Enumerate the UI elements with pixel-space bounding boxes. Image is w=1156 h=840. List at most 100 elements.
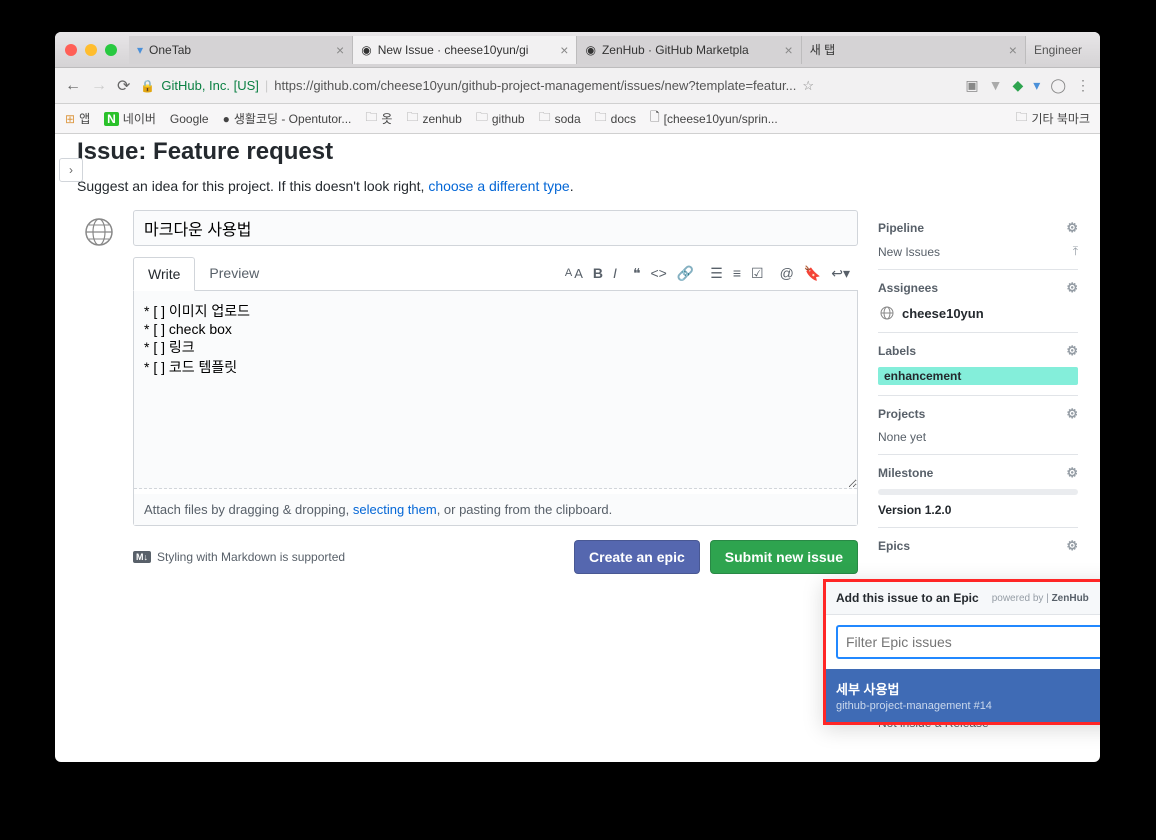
tab-title: OneTab [149,43,330,57]
browser-tab[interactable]: ◉ New Issue · cheese10yun/gi × [353,36,577,64]
avatar-icon [878,304,896,322]
tab-title: ZenHub · GitHub Marketpla [602,43,779,57]
extension-icon[interactable]: ▣ [965,77,978,94]
extension-icon[interactable]: ◆ [1013,77,1024,94]
user-avatar [77,210,121,254]
bookmark-folder[interactable]: 🗀docs [595,108,636,129]
submit-issue-button[interactable]: Submit new issue [710,540,858,574]
extension-icon[interactable]: ◯ [1050,77,1066,94]
page-subtitle: Suggest an idea for this project. If thi… [77,178,1078,194]
bookmark-star-icon[interactable]: ☆ [802,78,814,94]
close-tab-icon[interactable]: × [560,42,568,58]
toggle-sidebar-button[interactable]: › [59,158,83,182]
address-box[interactable]: 🔒 GitHub, Inc. [US] | https://github.com… [140,78,955,94]
minimize-window-button[interactable] [85,44,97,56]
bookmark-link[interactable]: Google [170,112,209,126]
assignees-title[interactable]: Assignees [878,281,938,295]
bookmark-folder[interactable]: 🗀github [476,108,525,129]
extension-icon[interactable]: ▾ [1033,77,1040,94]
markdown-info[interactable]: M↓ Styling with Markdown is supported [133,550,345,564]
issue-title-input[interactable] [133,210,858,246]
gear-icon[interactable]: ⚙ [1066,538,1078,554]
select-files-link[interactable]: selecting them [353,502,437,517]
tab-title: New Issue · cheese10yun/gi [378,43,555,57]
pipeline-move-icon[interactable]: ⤒ [1073,244,1078,259]
browser-tab[interactable]: ▾ OneTab × [129,36,353,64]
code-icon[interactable]: <> [650,265,666,281]
bookmarks-bar: ⊞앱 N네이버 Google ●생활코딩 - Opentutor... 🗀옷 🗀… [55,104,1100,134]
extension-icon[interactable]: ▼ [989,77,1003,94]
browser-tab[interactable]: ◉ ZenHub · GitHub Marketpla × [577,36,801,64]
epic-list-item[interactable]: 세부 사용법 github-project-management #14 [826,669,1100,722]
milestone-progress [878,489,1078,495]
epic-popup: Add this issue to an Epic powered by | Z… [823,579,1100,725]
apps-bookmark[interactable]: ⊞앱 [65,110,90,127]
github-icon: ◉ [585,43,595,57]
forward-button[interactable]: → [91,77,107,95]
issue-body-textarea[interactable]: * [ ] 이미지 업로드 * [ ] check box * [ ] 링크 *… [134,291,857,489]
editor-toolbar: AA B I ❝ <> 🔗 ☰ ≡ [273,265,858,282]
write-tab[interactable]: Write [133,257,195,291]
close-tab-icon[interactable]: × [785,42,793,58]
epics-title[interactable]: Epics [878,539,910,553]
epic-item-title: 세부 사용법 [836,679,1100,698]
menu-icon[interactable]: ⋮ [1076,77,1090,94]
bookmark-folder[interactable]: 🗀soda [539,108,581,129]
ol-icon[interactable]: ≡ [733,265,741,281]
create-epic-button[interactable]: Create an epic [574,540,700,574]
reference-icon[interactable]: 🔖 [804,265,821,282]
browser-profile[interactable]: Engineer [1026,43,1090,57]
bookmark-folder[interactable]: 🗀zenhub [406,108,461,129]
bookmark-link[interactable]: ●생활코딩 - Opentutor... [223,110,352,127]
epic-item-subtitle: github-project-management #14 [836,700,1100,712]
quote-icon[interactable]: ❝ [633,265,641,282]
reply-icon[interactable]: ↩▾ [831,265,850,282]
secure-badge: GitHub, Inc. [US] [161,78,259,93]
mention-icon[interactable]: @ [780,265,794,281]
milestone-title[interactable]: Milestone [878,466,933,480]
task-icon[interactable]: ☑ [751,265,764,282]
epic-powered-by: powered by | ZenHub [992,593,1089,604]
reload-button[interactable]: ⟳ [117,76,130,96]
heading-icon[interactable]: A [565,267,572,279]
milestone-value[interactable]: Version 1.2.0 [878,503,1078,517]
back-button[interactable]: ← [65,77,81,95]
browser-tab[interactable]: 새 탭 × [802,36,1026,64]
maximize-window-button[interactable] [105,44,117,56]
url-text: https://github.com/cheese10yun/github-pr… [274,78,796,93]
lock-icon: 🔒 [140,79,155,93]
close-tab-icon[interactable]: × [1009,42,1017,58]
bookmark-link[interactable]: N네이버 [104,110,156,127]
other-bookmarks[interactable]: 🗀기타 북마크 [1015,108,1090,129]
assignee-item[interactable]: cheese10yun [878,304,1078,322]
epic-filter-input[interactable] [836,625,1100,659]
epic-popup-title: Add this issue to an Epic [836,591,979,605]
tab-title: 새 탭 [810,41,1003,58]
label-badge[interactable]: enhancement [878,367,1078,385]
bookmark-folder[interactable]: 🗀옷 [365,108,392,129]
bookmark-link[interactable]: 🗋[cheese10yun/sprin... [650,108,778,129]
italic-icon[interactable]: I [613,265,617,281]
gear-icon[interactable]: ⚙ [1066,280,1078,296]
pipeline-title[interactable]: Pipeline [878,221,924,235]
page-title: Issue: Feature request [77,138,1078,166]
gear-icon[interactable]: ⚙ [1066,406,1078,422]
labels-title[interactable]: Labels [878,344,916,358]
projects-title[interactable]: Projects [878,407,925,421]
projects-value: None yet [878,430,1078,444]
close-window-button[interactable] [65,44,77,56]
heading-icon[interactable]: A [574,266,583,281]
url-bar: ← → ⟳ 🔒 GitHub, Inc. [US] | https://gith… [55,68,1100,104]
gear-icon[interactable]: ⚙ [1066,343,1078,359]
window-titlebar: ▾ OneTab × ◉ New Issue · cheese10yun/gi … [55,32,1100,68]
preview-tab[interactable]: Preview [195,257,273,291]
ul-icon[interactable]: ☰ [710,265,723,282]
attach-hint: Attach files by dragging & dropping, sel… [134,494,857,525]
markdown-icon: M↓ [133,551,151,563]
close-tab-icon[interactable]: × [336,42,344,58]
gear-icon[interactable]: ⚙ [1066,465,1078,481]
gear-icon[interactable]: ⚙ [1066,220,1078,236]
choose-type-link[interactable]: choose a different type [428,178,569,194]
link-icon[interactable]: 🔗 [677,265,694,282]
bold-icon[interactable]: B [593,265,603,281]
